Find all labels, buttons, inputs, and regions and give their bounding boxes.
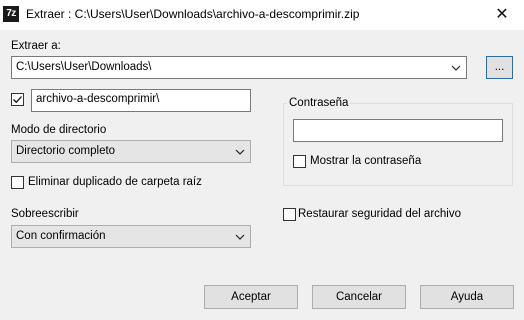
close-icon[interactable]: ✕ xyxy=(480,0,524,30)
password-groupbox xyxy=(283,103,513,186)
extract-path-combobox[interactable]: C:\Users\User\Downloads\ xyxy=(11,56,467,79)
eliminate-duplicate-checkbox[interactable] xyxy=(11,176,24,189)
subfolder-checkbox[interactable] xyxy=(11,93,24,106)
title-bar: 7z Extraer : C:\Users\User\Downloads\arc… xyxy=(0,0,524,30)
overwrite-value: Con confirmación xyxy=(16,230,106,242)
chevron-down-icon[interactable] xyxy=(235,147,245,157)
overwrite-select[interactable]: Con confirmación xyxy=(11,225,251,248)
show-password-label[interactable]: Mostrar la contraseña xyxy=(310,155,421,167)
app-7zip-icon: 7z xyxy=(3,6,19,22)
password-field[interactable] xyxy=(293,119,503,142)
overwrite-label: Sobreescribir xyxy=(11,208,79,220)
extract-to-label: Extraer a: xyxy=(11,40,61,52)
eliminate-duplicate-label[interactable]: Eliminar duplicado de carpeta raíz xyxy=(28,176,202,188)
extract-path-value[interactable]: C:\Users\User\Downloads\ xyxy=(16,61,151,73)
help-button[interactable]: Ayuda xyxy=(420,285,514,309)
show-password-checkbox[interactable] xyxy=(293,155,306,168)
chevron-down-icon[interactable] xyxy=(235,232,245,242)
cancel-button[interactable]: Cancelar xyxy=(312,285,406,309)
chevron-down-icon[interactable] xyxy=(451,63,461,73)
path-mode-select[interactable]: Directorio completo xyxy=(11,140,251,163)
subfolder-name-field[interactable]: archivo-a-descomprimir\ xyxy=(31,89,251,112)
path-mode-label: Modo de directorio xyxy=(11,124,107,136)
checkmark-icon xyxy=(13,96,22,104)
password-group-label: Contraseña xyxy=(287,97,351,109)
ok-button[interactable]: Aceptar xyxy=(204,285,298,309)
window-title: Extraer : C:\Users\User\Downloads\archiv… xyxy=(26,7,360,21)
path-mode-value: Directorio completo xyxy=(16,145,116,157)
browse-button[interactable]: ... xyxy=(486,56,513,79)
restore-security-checkbox[interactable] xyxy=(283,208,296,221)
restore-security-label[interactable]: Restaurar seguridad del archivo xyxy=(298,208,461,220)
